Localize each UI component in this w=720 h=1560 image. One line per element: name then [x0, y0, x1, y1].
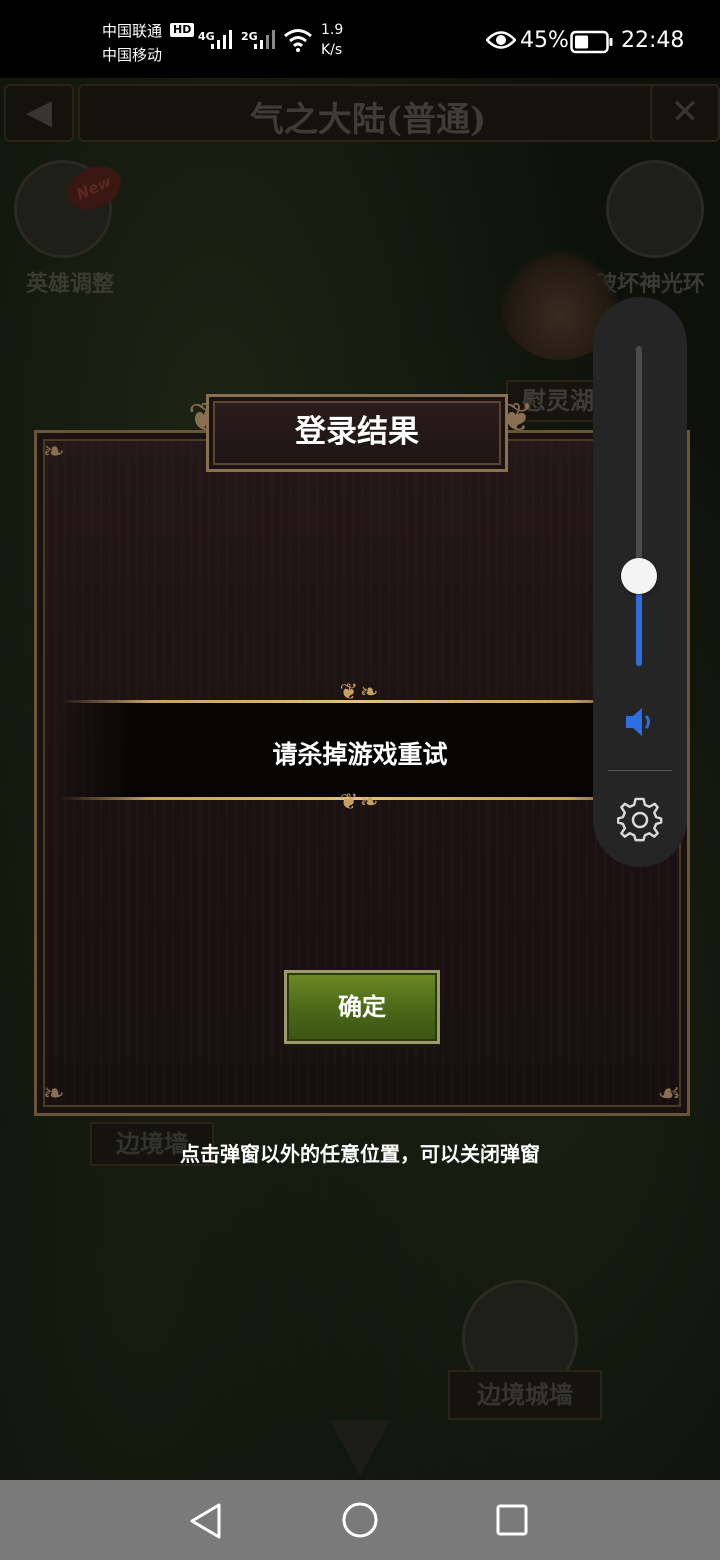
close-hint: 点击弹窗以外的任意位置，可以关闭弹窗 [180, 1142, 540, 1166]
gear-icon[interactable] [617, 797, 663, 843]
lock-icon[interactable] [606, 160, 704, 258]
network-speed-value: 1.9 [321, 22, 344, 38]
ornament: ❦❧ [339, 790, 381, 815]
battery-icon [570, 30, 613, 54]
map-close-button[interactable]: ✕ [650, 84, 720, 142]
speaker-icon[interactable] [624, 705, 656, 739]
confirm-button[interactable]: 确定 [284, 970, 440, 1044]
corner-ornament: ❧ [43, 1079, 65, 1109]
nav-recent-icon[interactable] [494, 1502, 530, 1538]
signal-icon [211, 30, 232, 49]
dialog-message: 请杀掉游戏重试 [272, 740, 448, 769]
network-speed-unit: K/s [321, 42, 343, 58]
dialog-title: 登录结果 [295, 414, 419, 450]
map-header: 气之大陆(普通) [78, 84, 658, 142]
border-city-wall-label: 边境城墙 [448, 1370, 602, 1420]
battery-percent: 45% [520, 28, 569, 53]
carrier-2: 中国移动 [102, 46, 163, 64]
corner-ornament: ☙ [657, 1079, 681, 1109]
status-bar: 中国联通 中国移动 HD 4G 2G 1.9 K/s 45% 22:48 [0, 0, 720, 78]
wifi-icon [284, 29, 312, 52]
nav-home-icon[interactable] [340, 1500, 380, 1540]
corner-ornament: ❧ [43, 437, 65, 467]
clock: 22:48 [621, 28, 685, 53]
carrier-1: 中国联通 [102, 22, 163, 40]
signal-icon [254, 30, 275, 49]
nav-back-icon[interactable] [188, 1502, 224, 1540]
volume-panel-divider [608, 770, 672, 771]
hd-badge: HD [170, 23, 195, 37]
map-back-button[interactable]: ◀ [4, 84, 74, 142]
scroll-down-arrow-icon[interactable] [330, 1420, 390, 1476]
ornament: ❦❧ [339, 680, 381, 705]
hero-adjust-label: 英雄调整 [25, 272, 114, 297]
map-title: 气之大陆(普通) [249, 100, 487, 140]
eye-icon [486, 31, 516, 49]
